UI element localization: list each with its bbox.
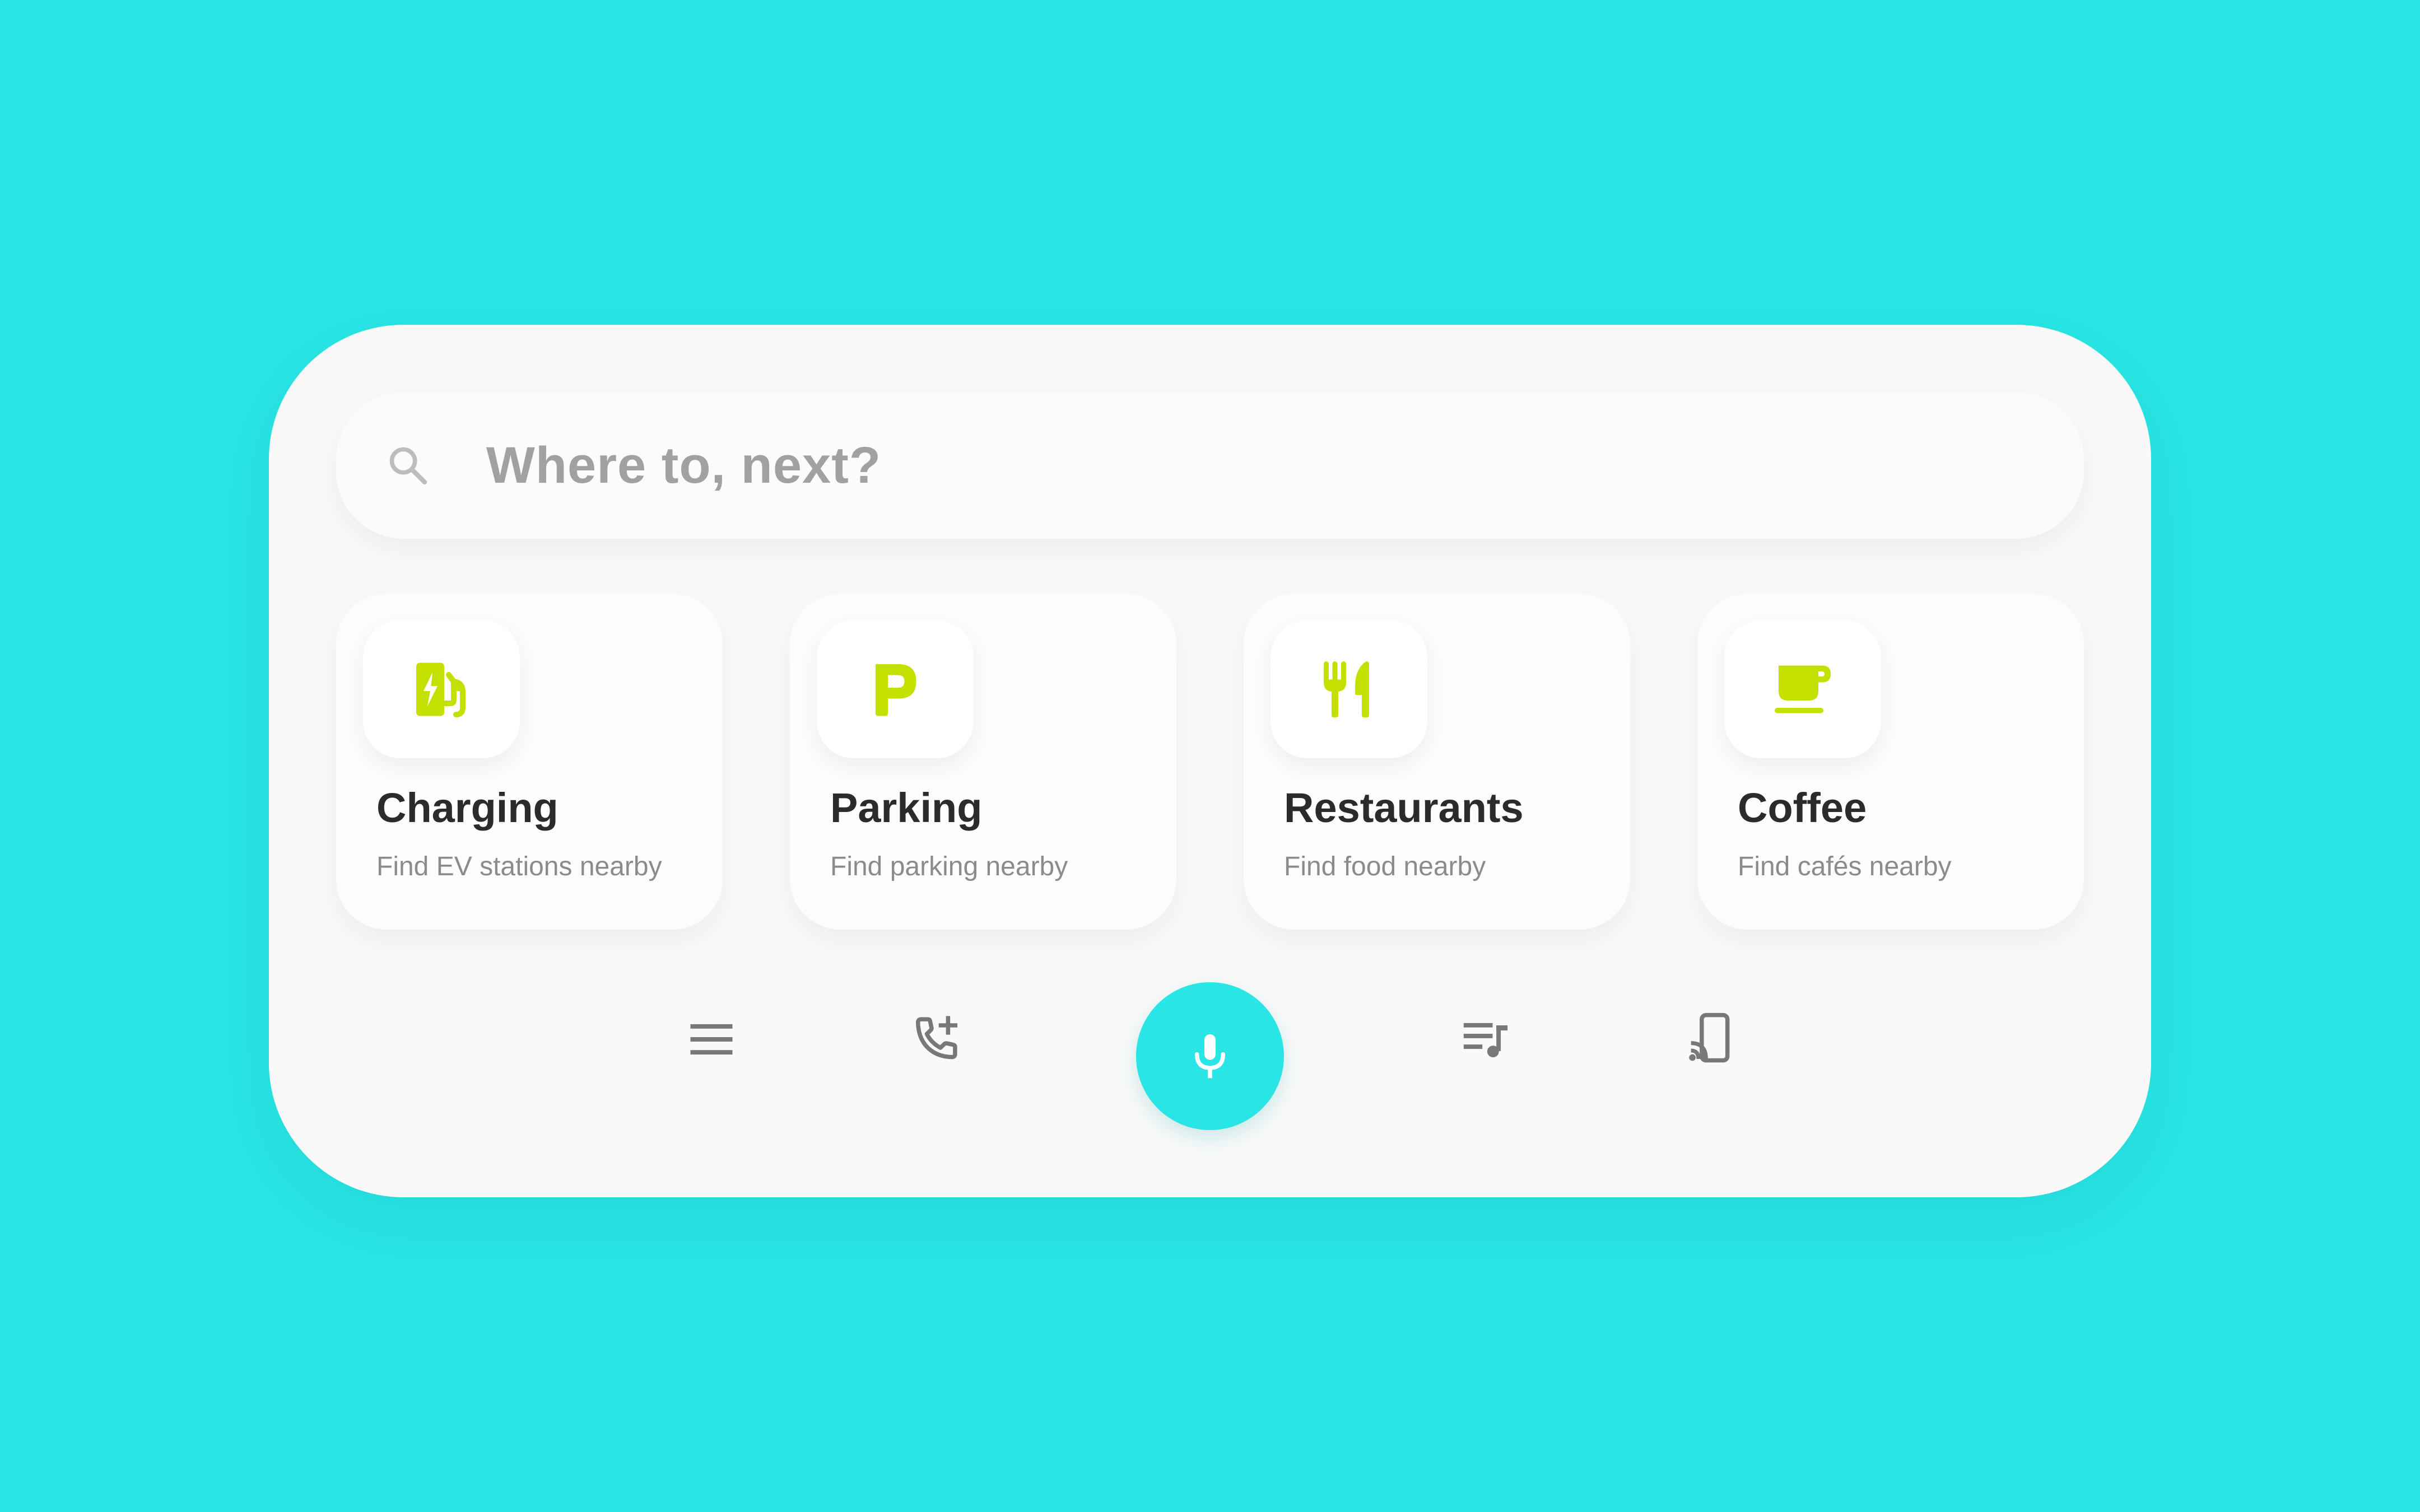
category-card-restaurants[interactable]: Restaurants Find food nearby xyxy=(1244,594,1630,930)
category-icon-box xyxy=(1724,620,1881,758)
coffee-icon xyxy=(1775,665,1831,713)
parking-icon xyxy=(876,664,916,716)
card-subtitle: Find food nearby xyxy=(1284,852,1486,881)
category-icon-box xyxy=(363,620,520,758)
card-subtitle: Find cafés nearby xyxy=(1738,852,1952,881)
add-call-icon[interactable] xyxy=(909,1011,965,1067)
music-queue-icon[interactable] xyxy=(1458,1011,1514,1067)
search-input[interactable]: Where to, next? xyxy=(486,392,881,539)
restaurant-icon xyxy=(1324,661,1369,717)
card-subtitle: Find parking nearby xyxy=(830,852,1068,881)
category-icon-box xyxy=(817,620,974,758)
category-card-parking[interactable]: Parking Find parking nearby xyxy=(790,594,1176,930)
cast-device-icon[interactable] xyxy=(1682,1011,1738,1067)
microphone-icon xyxy=(1194,1034,1226,1079)
search-icon xyxy=(389,447,427,485)
navigation-panel: Where to, next? Charging Find EV station… xyxy=(269,325,2151,1197)
category-card-coffee[interactable]: Coffee Find cafés nearby xyxy=(1697,594,2084,930)
search-bar[interactable]: Where to, next? xyxy=(336,392,2084,539)
card-title: Restaurants xyxy=(1284,785,1524,831)
menu-icon[interactable] xyxy=(683,1011,739,1067)
ev-charging-icon xyxy=(416,662,466,717)
card-title: Coffee xyxy=(1738,785,1867,831)
category-icon-box xyxy=(1270,620,1427,758)
category-card-charging[interactable]: Charging Find EV stations nearby xyxy=(336,594,723,930)
card-title: Parking xyxy=(830,785,983,831)
microphone-button[interactable] xyxy=(1136,982,1284,1130)
card-title: Charging xyxy=(376,785,559,831)
card-subtitle: Find EV stations nearby xyxy=(376,852,662,881)
